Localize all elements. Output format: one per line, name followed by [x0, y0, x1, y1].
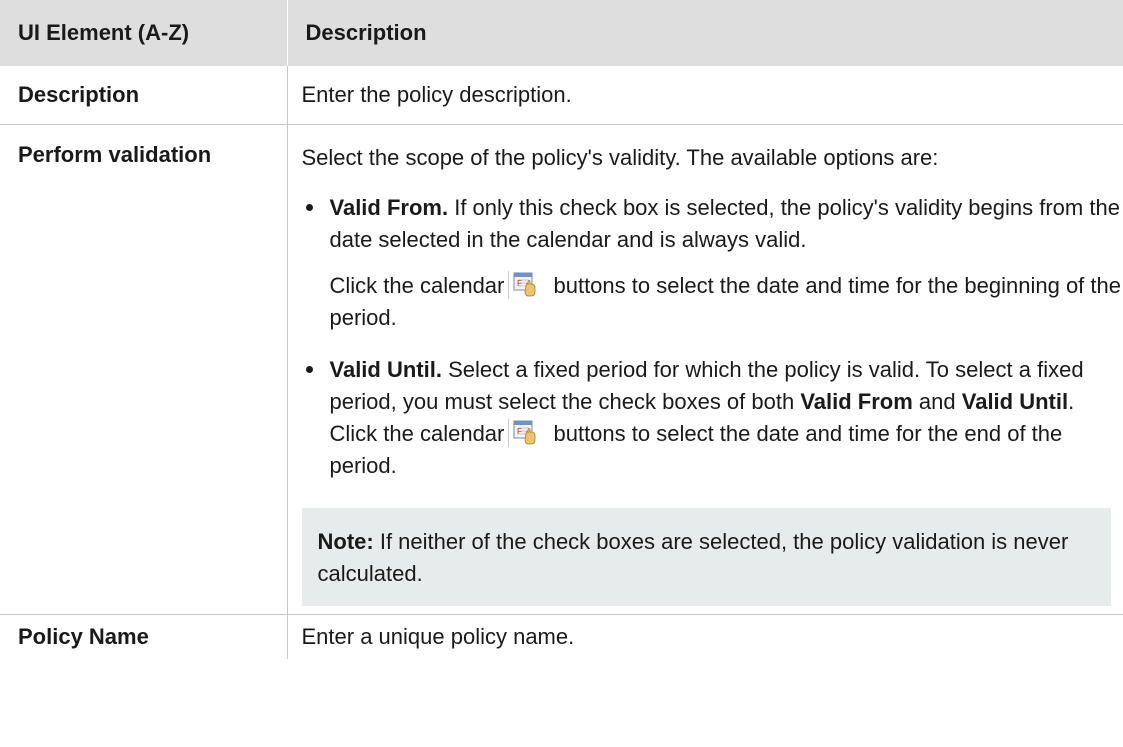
option-sub-text: Click the calendar F buttons to select th…	[330, 270, 1123, 334]
row-name: Description	[0, 66, 288, 125]
ui-elements-table: UI Element (A-Z) Description Description…	[0, 0, 1123, 659]
note-text: Note: If neither of the check boxes are …	[318, 526, 1096, 590]
row-name: Policy Name	[0, 614, 288, 659]
calendar-icon: F	[508, 271, 541, 299]
column-header-description: Description	[287, 0, 1123, 66]
option-bold-2: Valid Until	[961, 389, 1069, 414]
row-description: Select the scope of the policy's validit…	[287, 124, 1123, 615]
note-label: Note:	[317, 529, 374, 554]
list-item: Valid From. If only this check box is se…	[302, 192, 1123, 334]
option-term: Valid From.	[329, 195, 449, 220]
note-box: Note: If neither of the check boxes are …	[301, 508, 1111, 606]
list-item: Valid Until. Select a fixed period for w…	[302, 354, 1123, 482]
column-header-ui-element: UI Element (A-Z)	[0, 0, 288, 66]
svg-text:F: F	[517, 279, 522, 288]
table-row: Policy Name Enter a unique policy name.	[0, 614, 1123, 659]
note-body: If neither of the check boxes are select…	[317, 529, 1069, 586]
option-term: Valid Until.	[329, 357, 442, 382]
row-name: Perform validation	[0, 124, 288, 615]
row-intro: Select the scope of the policy's validit…	[301, 145, 939, 170]
options-list: Valid From. If only this check box is se…	[302, 192, 1123, 482]
calendar-icon: F	[508, 419, 541, 447]
table-header-row: UI Element (A-Z) Description	[0, 0, 1123, 66]
option-body: If only this check box is selected, the …	[329, 195, 1120, 252]
option-text: Valid Until. Select a fixed period for w…	[330, 354, 1123, 482]
row-description: Enter the policy description.	[287, 66, 1123, 125]
svg-text:F: F	[517, 427, 522, 436]
bullet-icon	[305, 204, 313, 211]
row-description: Enter a unique policy name.	[301, 624, 575, 649]
table-row: Description Enter the policy description…	[0, 66, 1123, 125]
bullet-icon	[305, 366, 313, 373]
option-body-2: and	[912, 389, 962, 414]
option-bold-1: Valid From	[800, 389, 913, 414]
option-sub-before: Click the calendar	[329, 273, 505, 298]
option-text: Valid From. If only this check box is se…	[330, 192, 1123, 256]
table-row: Perform validation Select the scope of t…	[0, 124, 1123, 615]
